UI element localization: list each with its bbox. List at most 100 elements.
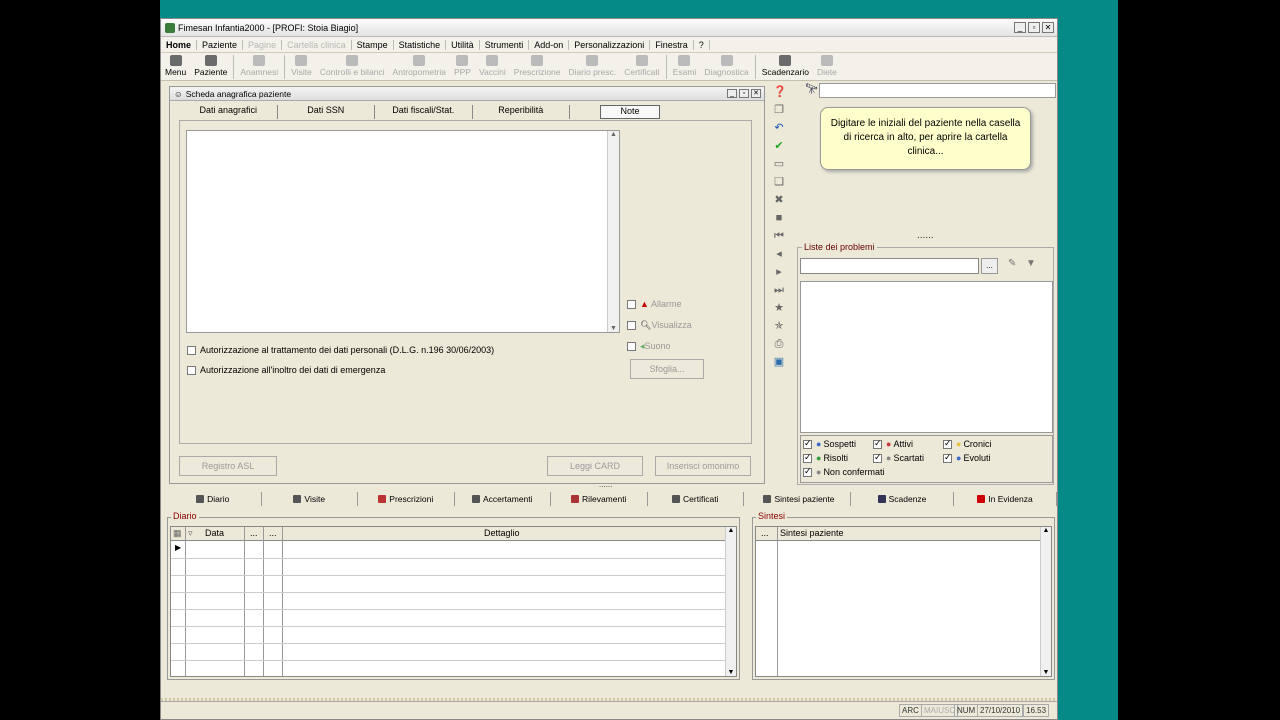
star-icon[interactable]: ★ <box>773 301 785 315</box>
filter-checkbox[interactable] <box>803 438 812 450</box>
col-dots-2[interactable]: ... <box>269 528 277 538</box>
diario-scrollbar[interactable]: ▲ ▼ <box>725 527 736 676</box>
menu-[interactable]: ? <box>694 39 710 50</box>
opt-allarme[interactable]: ▲ Allarme <box>627 299 681 310</box>
tab-reperibilit[interactable]: Reperibilità <box>473 105 570 119</box>
grid-menu-icon[interactable]: ▦ <box>173 528 182 539</box>
menu-strumenti[interactable]: Strumenti <box>480 39 530 50</box>
filter-checkbox[interactable] <box>943 452 952 464</box>
col-sintesi[interactable]: Sintesi paziente <box>780 528 844 538</box>
filter-scartati[interactable]: ●Scartati <box>873 452 924 464</box>
col-dots[interactable]: ... <box>761 528 769 538</box>
menu-utilit[interactable]: Utilità <box>446 39 480 50</box>
col-dots-1[interactable]: ... <box>250 528 258 538</box>
bottom-tab-diario[interactable]: Diario <box>165 492 262 506</box>
scheda-close-button[interactable]: ✕ <box>751 89 761 98</box>
auth-privacy-checkbox[interactable] <box>187 346 196 356</box>
auth-emergency[interactable]: Autorizzazione all'inoltro dei dati di e… <box>187 365 385 376</box>
filter-checkbox[interactable] <box>803 452 812 464</box>
leggi-card-button[interactable]: Leggi CARD <box>547 456 643 476</box>
menu-statistiche[interactable]: Statistiche <box>394 39 447 50</box>
toolbar-scadenzario-icon <box>779 55 792 66</box>
filter-checkbox[interactable] <box>803 466 812 478</box>
visualizza-checkbox[interactable] <box>627 321 636 331</box>
suono-checkbox[interactable] <box>627 342 636 352</box>
problem-list[interactable] <box>800 281 1053 433</box>
opt-visualizza[interactable]: 🔍︎Visualizza <box>627 320 692 331</box>
bottom-tab-in-evidenza[interactable]: In Evidenza <box>954 492 1057 506</box>
filter-icon[interactable]: ▼ <box>1026 258 1036 269</box>
col-dettaglio[interactable]: Dettaglio <box>484 528 520 538</box>
menu-home[interactable]: Home <box>161 39 198 50</box>
filter-risolti[interactable]: ●Risolti <box>803 452 848 464</box>
next-icon[interactable]: ▸ <box>773 265 785 279</box>
help-icon[interactable]: ❓ <box>773 85 787 99</box>
toolbar-scadenzario[interactable]: Scadenzario <box>758 53 813 77</box>
scheda-maximize-button[interactable]: ▫ <box>739 89 749 98</box>
record-icon[interactable]: ■ <box>773 211 785 225</box>
duplicate-icon[interactable]: ❏ <box>773 175 785 189</box>
menu-add-on[interactable]: Add-on <box>529 39 570 50</box>
bottom-tab-sintesi-paziente[interactable]: Sintesi paziente <box>748 492 851 506</box>
sintesi-scrollbar[interactable]: ▲ ▼ <box>1040 527 1051 676</box>
star-filled-icon[interactable]: ✯ <box>773 319 785 333</box>
bottom-tab-prescrizioni[interactable]: Prescrizioni <box>358 492 455 506</box>
splitter-handle-2[interactable]: ...... <box>599 480 612 489</box>
filter-attivi[interactable]: ●Attivi <box>873 438 913 450</box>
copy-icon[interactable]: ❐ <box>773 103 785 117</box>
menu-stampe[interactable]: Stampe <box>352 39 394 50</box>
filter-checkbox[interactable] <box>943 438 952 450</box>
confirm-icon[interactable]: ✔ <box>773 139 785 153</box>
close-button[interactable]: ✕ <box>1042 22 1054 33</box>
filter-checkbox[interactable] <box>873 438 882 450</box>
image-icon[interactable]: ▣ <box>773 355 785 369</box>
problem-filter-input[interactable] <box>800 258 979 274</box>
bottom-tab-accertamenti[interactable]: Accertamenti <box>455 492 551 506</box>
registro-asl-button[interactable]: Registro ASL <box>179 456 277 476</box>
sintesi-grid[interactable]: ... Sintesi paziente ▲ ▼ <box>755 526 1052 677</box>
auth-emergency-checkbox[interactable] <box>187 366 196 376</box>
menu-personalizzazioni[interactable]: Personalizzazioni <box>569 39 651 50</box>
scheda-minimize-button[interactable]: _ <box>727 89 737 98</box>
col-data[interactable]: Data <box>205 528 224 538</box>
toolbar-paziente[interactable]: Paziente <box>190 53 231 77</box>
tab-note[interactable]: Note <box>600 105 660 119</box>
bottom-tab-visite[interactable]: Visite <box>262 492 358 506</box>
restore-button[interactable]: ▫ <box>1028 22 1040 33</box>
undo-icon[interactable]: ↶ <box>773 121 785 135</box>
tab-dati-ssn[interactable]: Dati SSN <box>278 105 375 119</box>
bottom-tab-certificati[interactable]: Certificati <box>648 492 744 506</box>
tab-dati-fiscali-stat[interactable]: Dati fiscali/Stat. <box>375 105 473 119</box>
last-icon[interactable]: ⏭︎ <box>773 283 785 297</box>
toolbar-menu[interactable]: Menu <box>161 53 190 77</box>
patient-search-input[interactable] <box>819 83 1056 98</box>
diario-grid[interactable]: ▦ ▿ Data ... ... Dettaglio ▶ ▲ ▼ <box>170 526 737 677</box>
print-icon[interactable]: ⎙ <box>773 337 785 351</box>
filter-non-confermati[interactable]: ●Non confermati <box>803 466 884 478</box>
filter-sospetti[interactable]: ●Sospetti <box>803 438 856 450</box>
toolbar-label: Diete <box>816 67 837 77</box>
filter-cronici[interactable]: ●Cronici <box>943 438 991 450</box>
splitter-handle[interactable]: ...... <box>917 230 934 241</box>
delete-icon[interactable]: ✖ <box>773 193 785 207</box>
text-icon[interactable]: ▭ <box>773 157 785 171</box>
filter-checkbox[interactable] <box>873 452 882 464</box>
tab-dati-anagrafici[interactable]: Dati anagrafici <box>180 105 278 119</box>
prev-icon[interactable]: ◂ <box>773 247 785 261</box>
opt-suono[interactable]: ◂Suono <box>627 341 671 352</box>
menu-paziente[interactable]: Paziente <box>197 39 244 50</box>
sfoglia-button[interactable]: Sfoglia... <box>630 359 704 379</box>
filter-evoluti[interactable]: ●Evoluti <box>943 452 990 464</box>
problem-browse-button[interactable]: ... <box>981 258 998 274</box>
menu-finestra[interactable]: Finestra <box>650 39 694 50</box>
auth-privacy[interactable]: Autorizzazione al trattamento dei dati p… <box>187 345 494 356</box>
inserisci-omonimo-button[interactable]: Inserisci omonimo <box>655 456 751 476</box>
bottom-tab-rilevamenti[interactable]: Rilevamenti <box>551 492 648 506</box>
notes-scrollbar[interactable]: ▲ ▼ <box>607 131 619 332</box>
bottom-tab-scadenze[interactable]: Scadenze <box>851 492 954 506</box>
first-icon[interactable]: ⏮︎ <box>773 229 785 243</box>
minimize-button[interactable]: _ <box>1014 22 1026 33</box>
notes-textarea[interactable]: ▲ ▼ <box>186 130 620 333</box>
pin-icon[interactable]: ✎ <box>1008 258 1016 269</box>
allarme-checkbox[interactable] <box>627 300 636 310</box>
